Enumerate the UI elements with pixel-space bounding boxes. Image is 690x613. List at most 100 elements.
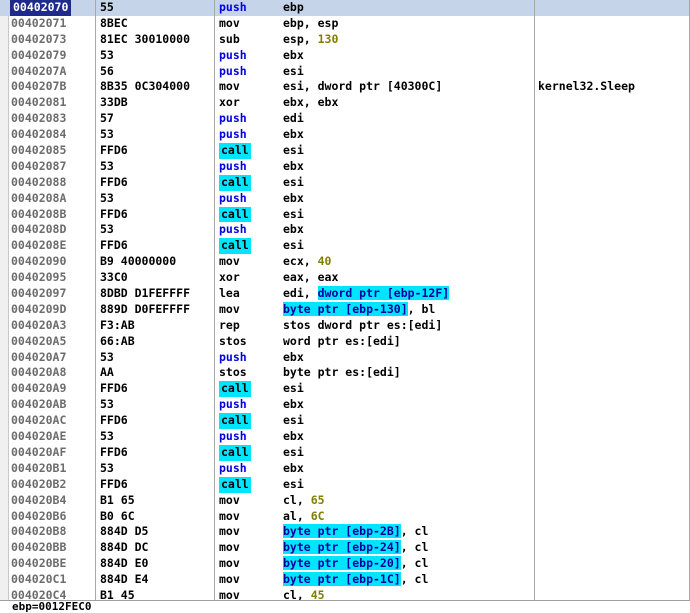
row-hex-bytes: 33C0: [100, 270, 128, 285]
column-divider-hex: [214, 0, 215, 600]
disasm-row[interactable]: 00402095 33C0 xor eax, eax: [0, 270, 690, 286]
row-hex-bytes: 53: [100, 460, 114, 475]
row-hex-bytes: FFD6: [100, 413, 128, 428]
disasm-row[interactable]: 0040208B FFD6 call esi: [0, 206, 690, 223]
row-address: 004020C1: [11, 572, 67, 587]
disasm-row[interactable]: 00402097 8DBD D1FEFFFF lea edi, dword ptr […: [0, 286, 690, 302]
disasm-row[interactable]: 004020AE 53 push ebx: [0, 429, 690, 445]
operand-part: dword ptr [ebp-12F]: [317, 286, 450, 301]
operand-part: ebx: [283, 222, 304, 237]
row-hex-bytes: B9 40000000: [100, 254, 177, 269]
disasm-row[interactable]: 00402073 81EC 30010000 sub esp, 130: [0, 32, 690, 48]
row-hex-bytes: FFD6: [100, 444, 128, 459]
disasm-row[interactable]: 004020BE 884D E0 mov byte ptr [ebp-20], cl: [0, 556, 690, 572]
operand-part: al,: [283, 508, 311, 523]
disasm-row[interactable]: 004020AF FFD6 call esi: [0, 444, 690, 461]
disasm-row[interactable]: 0040209D 889D D0FEFFFF mov byte ptr [ebp-13…: [0, 301, 690, 318]
column-divider-address: [95, 0, 96, 600]
row-operands: esi: [283, 207, 304, 223]
row-address: 00402071: [11, 15, 67, 30]
row-operands: ebx: [283, 127, 304, 143]
row-operands: ebx: [283, 350, 304, 366]
row-hex-bytes: 66:AB: [100, 333, 135, 348]
row-hex-bytes: 53: [100, 222, 114, 237]
operand-part: ebp: [283, 0, 304, 14]
operand-part: byte ptr [ebp-2B]: [283, 524, 401, 539]
row-address: 004020A8: [11, 365, 67, 380]
row-mnemonic: mov: [219, 15, 240, 30]
disasm-row[interactable]: 004020C1 884D E4 mov byte ptr [ebp-1C], cl: [0, 572, 690, 588]
disasm-row[interactable]: 00402081 33DB xor ebx, ebx: [0, 95, 690, 111]
row-mnemonic: sub: [219, 31, 240, 46]
disasm-row[interactable]: 00402079 53 push ebx: [0, 48, 690, 64]
operand-part: ebx, ebx: [283, 95, 339, 110]
disasm-row[interactable]: 00402083 57 push edi: [0, 111, 690, 127]
disasm-row[interactable]: 004020B6 B0 6C mov al, 6C: [0, 509, 690, 525]
row-address: 00402073: [11, 31, 67, 46]
disasm-row[interactable]: 0040207B 8B35 0C304000 mov esi, dword ptr […: [0, 79, 690, 95]
disasm-row[interactable]: 0040208D 53 push ebx: [0, 222, 690, 238]
disasm-row[interactable]: 00402070 55 push ebp: [0, 0, 690, 16]
row-address: 00402081: [11, 95, 67, 110]
row-address: 004020A9: [11, 381, 67, 396]
row-hex-bytes: FFD6: [100, 174, 128, 189]
disasm-row[interactable]: 004020A7 53 push ebx: [0, 350, 690, 366]
disasm-row[interactable]: 004020B1 53 push ebx: [0, 461, 690, 477]
row-address: 004020A3: [11, 317, 67, 332]
disasm-row[interactable]: 00402088 FFD6 call esi: [0, 174, 690, 191]
disasm-row[interactable]: 00402085 FFD6 call esi: [0, 143, 690, 159]
row-address: 00402084: [11, 127, 67, 142]
disasm-row[interactable]: 004020A8 AA stos byte ptr es:[edi]: [0, 365, 690, 381]
row-hex-bytes: 53: [100, 349, 114, 364]
row-mnemonic: push: [219, 429, 247, 444]
operand-part: byte ptr [ebp-24]: [283, 540, 401, 555]
operand-part: byte ptr es:[edi]: [283, 365, 401, 380]
row-operands: esi: [283, 413, 304, 429]
row-hex-bytes: B1 65: [100, 492, 135, 507]
row-operands: cl, 65: [283, 493, 325, 509]
row-mnemonic: call: [219, 206, 251, 223]
disasm-row[interactable]: 004020B2 FFD6 call esi: [0, 476, 690, 493]
row-operands: edi, dword ptr [ebp-12F]: [283, 286, 450, 302]
row-mnemonic: call: [219, 143, 251, 159]
disasm-row[interactable]: 0040208A 53 push ebx: [0, 191, 690, 207]
disasm-row[interactable]: 004020B4 B1 65 mov cl, 65: [0, 493, 690, 509]
disasm-row[interactable]: 0040208E FFD6 call esi: [0, 238, 690, 255]
row-operands: ebx: [283, 48, 304, 64]
disasm-row[interactable]: 004020B8 884D D5 mov byte ptr [ebp-2B], cl: [0, 524, 690, 540]
disasm-row[interactable]: 0040207A 56 push esi: [0, 64, 690, 80]
disassembly-pane[interactable]: 00402070 55 push ebp 00402071 8BEC mov ebp, esp…: [0, 0, 690, 611]
row-mnemonic: xor: [219, 270, 240, 285]
row-operands: stos dword ptr es:[edi]: [283, 318, 442, 334]
row-mnemonic: call: [219, 381, 251, 398]
disasm-row[interactable]: 004020A3 F3:AB rep stos dword ptr es:[edi]: [0, 318, 690, 334]
row-mnemonic: push: [219, 47, 247, 62]
row-address: 004020B8: [11, 524, 67, 539]
row-hex-bytes: F3:AB: [100, 317, 135, 332]
row-mnemonic: push: [219, 190, 247, 205]
disasm-row[interactable]: 00402087 53 push ebx: [0, 159, 690, 175]
disasm-row[interactable]: 004020A9 FFD6 call esi: [0, 381, 690, 398]
disasm-row[interactable]: 00402071 8BEC mov ebp, esp: [0, 16, 690, 32]
row-hex-bytes: 33DB: [100, 95, 128, 110]
row-operands: esi: [283, 445, 304, 461]
row-operands: byte ptr [ebp-20], cl: [283, 556, 428, 572]
row-hex-bytes: 53: [100, 158, 114, 173]
row-address: 004020A7: [11, 349, 67, 364]
row-address: 004020AB: [11, 397, 67, 412]
disasm-row[interactable]: 00402084 53 push ebx: [0, 127, 690, 143]
operand-part: ebp, esp: [283, 15, 339, 30]
row-address: 004020AC: [11, 413, 67, 428]
operand-part: esi: [283, 413, 304, 428]
disasm-row[interactable]: 00402090 B9 40000000 mov ecx, 40: [0, 254, 690, 270]
row-address: 00402085: [11, 143, 67, 158]
disasm-row[interactable]: 004020AB 53 push ebx: [0, 397, 690, 413]
disasm-row[interactable]: 004020A5 66:AB stos word ptr es:[edi]: [0, 334, 690, 350]
disasm-row[interactable]: 004020AC FFD6 call esi: [0, 413, 690, 430]
row-operands: esi: [283, 381, 304, 397]
disasm-row[interactable]: 004020BB 884D DC mov byte ptr [ebp-24], cl: [0, 540, 690, 556]
row-operands: al, 6C: [283, 509, 325, 525]
operand-part: esi: [283, 143, 304, 158]
row-hex-bytes: 56: [100, 63, 114, 78]
row-address: 00402097: [11, 286, 67, 301]
